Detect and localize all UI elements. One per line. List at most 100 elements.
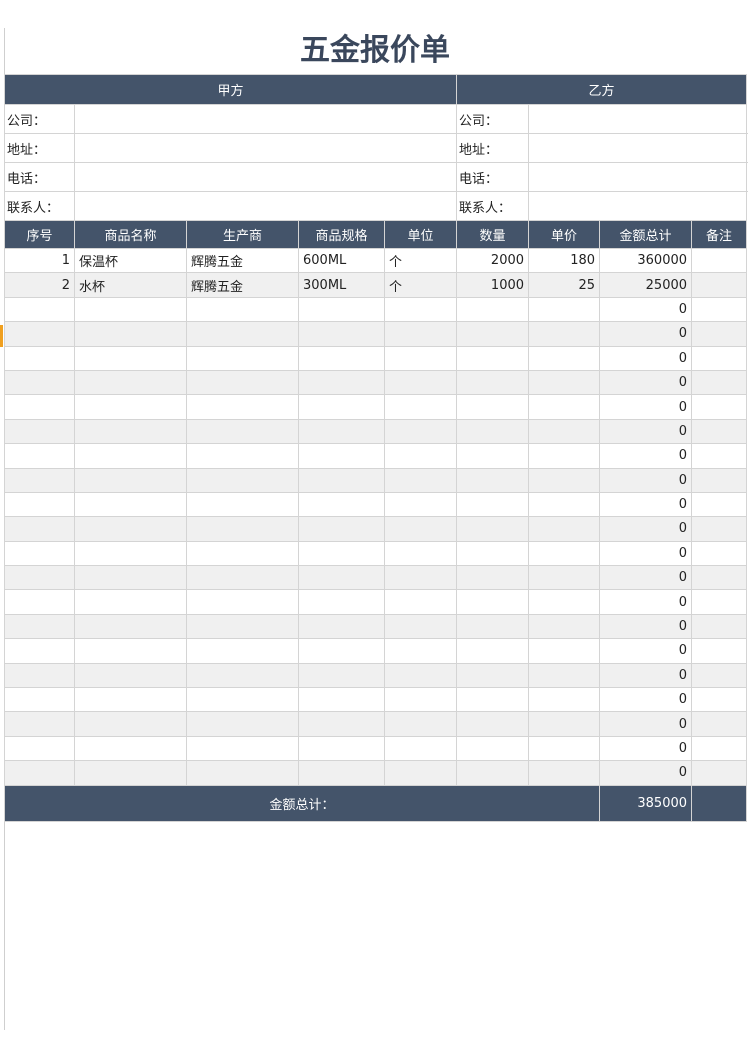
table-cell[interactable] bbox=[528, 467, 601, 493]
table-cell[interactable] bbox=[528, 418, 601, 445]
table-cell[interactable] bbox=[74, 613, 187, 640]
table-cell[interactable]: 0 bbox=[599, 540, 693, 567]
table-cell[interactable] bbox=[186, 589, 299, 615]
table-cell[interactable] bbox=[186, 565, 299, 591]
table-cell[interactable] bbox=[4, 369, 75, 396]
table-cell[interactable]: 0 bbox=[599, 491, 693, 518]
table-cell[interactable] bbox=[4, 516, 75, 542]
table-cell[interactable] bbox=[456, 540, 530, 567]
table-cell[interactable] bbox=[691, 589, 748, 615]
table-cell[interactable] bbox=[4, 296, 75, 323]
table-cell[interactable]: 个 bbox=[383, 247, 458, 274]
table-cell[interactable] bbox=[383, 394, 458, 420]
table-cell[interactable]: 360000 bbox=[599, 247, 693, 274]
table-cell[interactable] bbox=[456, 491, 530, 518]
table-cell[interactable]: 0 bbox=[599, 369, 693, 396]
table-cell[interactable]: 600ML bbox=[298, 247, 385, 274]
table-cell[interactable] bbox=[298, 760, 385, 786]
table-cell[interactable] bbox=[383, 662, 458, 689]
table-cell[interactable] bbox=[528, 394, 601, 420]
table-cell[interactable] bbox=[298, 467, 385, 493]
table-cell[interactable] bbox=[74, 589, 187, 615]
table-cell[interactable] bbox=[691, 418, 748, 445]
table-cell[interactable] bbox=[383, 687, 458, 713]
table-cell[interactable]: 0 bbox=[599, 735, 693, 762]
table-cell[interactable] bbox=[456, 345, 530, 371]
table-cell[interactable]: 保温杯 bbox=[74, 247, 187, 274]
table-cell[interactable]: 2 bbox=[4, 272, 75, 298]
table-cell[interactable] bbox=[456, 662, 530, 689]
table-cell[interactable] bbox=[528, 345, 601, 371]
table-cell[interactable] bbox=[186, 516, 299, 542]
table-cell[interactable] bbox=[528, 296, 601, 323]
party-a-field-value[interactable] bbox=[73, 104, 458, 134]
party-b-field-value[interactable] bbox=[528, 133, 748, 163]
table-cell[interactable] bbox=[298, 394, 385, 420]
table-cell[interactable] bbox=[528, 540, 601, 567]
table-cell[interactable] bbox=[691, 613, 748, 640]
table-cell[interactable] bbox=[74, 735, 187, 762]
table-cell[interactable] bbox=[528, 321, 601, 347]
table-cell[interactable] bbox=[528, 491, 601, 518]
table-cell[interactable] bbox=[4, 735, 75, 762]
table-cell[interactable] bbox=[528, 711, 601, 737]
table-cell[interactable]: 个 bbox=[383, 272, 458, 298]
table-cell[interactable] bbox=[74, 418, 187, 445]
table-cell[interactable]: 25000 bbox=[599, 272, 693, 298]
table-cell[interactable] bbox=[456, 443, 530, 469]
table-cell[interactable] bbox=[186, 345, 299, 371]
table-cell[interactable] bbox=[186, 687, 299, 713]
table-cell[interactable]: 0 bbox=[599, 321, 693, 347]
table-cell[interactable] bbox=[383, 516, 458, 542]
table-cell[interactable] bbox=[691, 565, 748, 591]
table-cell[interactable] bbox=[383, 735, 458, 762]
table-cell[interactable] bbox=[298, 711, 385, 737]
table-cell[interactable] bbox=[4, 565, 75, 591]
table-cell[interactable] bbox=[4, 394, 75, 420]
table-cell[interactable] bbox=[691, 443, 748, 469]
table-cell[interactable]: 0 bbox=[599, 760, 693, 786]
table-cell[interactable]: 0 bbox=[599, 418, 693, 445]
table-cell[interactable] bbox=[4, 589, 75, 615]
table-cell[interactable] bbox=[383, 418, 458, 445]
table-cell[interactable] bbox=[186, 735, 299, 762]
table-cell[interactable]: 1 bbox=[4, 247, 75, 274]
table-cell[interactable] bbox=[4, 491, 75, 518]
table-cell[interactable] bbox=[528, 516, 601, 542]
table-cell[interactable] bbox=[456, 735, 530, 762]
table-cell[interactable]: 水杯 bbox=[74, 272, 187, 298]
table-cell[interactable] bbox=[383, 589, 458, 615]
table-cell[interactable] bbox=[74, 394, 187, 420]
table-cell[interactable] bbox=[74, 369, 187, 396]
table-cell[interactable]: 0 bbox=[599, 443, 693, 469]
table-cell[interactable] bbox=[298, 589, 385, 615]
table-cell[interactable] bbox=[456, 321, 530, 347]
table-cell[interactable] bbox=[528, 369, 601, 396]
table-cell[interactable]: 0 bbox=[599, 516, 693, 542]
table-cell[interactable] bbox=[456, 638, 530, 664]
table-cell[interactable] bbox=[186, 638, 299, 664]
table-cell[interactable] bbox=[528, 565, 601, 591]
table-cell[interactable] bbox=[298, 638, 385, 664]
table-cell[interactable] bbox=[4, 540, 75, 567]
table-cell[interactable] bbox=[298, 687, 385, 713]
party-b-field-value[interactable] bbox=[528, 162, 748, 192]
table-cell[interactable] bbox=[4, 467, 75, 493]
table-cell[interactable] bbox=[74, 760, 187, 786]
table-cell[interactable] bbox=[74, 345, 187, 371]
table-cell[interactable] bbox=[186, 760, 299, 786]
table-cell[interactable]: 0 bbox=[599, 662, 693, 689]
table-cell[interactable]: 0 bbox=[599, 467, 693, 493]
table-cell[interactable] bbox=[74, 711, 187, 737]
table-cell[interactable]: 180 bbox=[528, 247, 601, 274]
table-cell[interactable] bbox=[528, 735, 601, 762]
table-cell[interactable] bbox=[691, 687, 748, 713]
table-cell[interactable] bbox=[528, 443, 601, 469]
table-cell[interactable] bbox=[74, 687, 187, 713]
table-cell[interactable] bbox=[691, 369, 748, 396]
table-cell[interactable] bbox=[186, 394, 299, 420]
table-cell[interactable] bbox=[298, 735, 385, 762]
table-cell[interactable] bbox=[383, 443, 458, 469]
table-cell[interactable] bbox=[4, 345, 75, 371]
table-cell[interactable] bbox=[186, 369, 299, 396]
